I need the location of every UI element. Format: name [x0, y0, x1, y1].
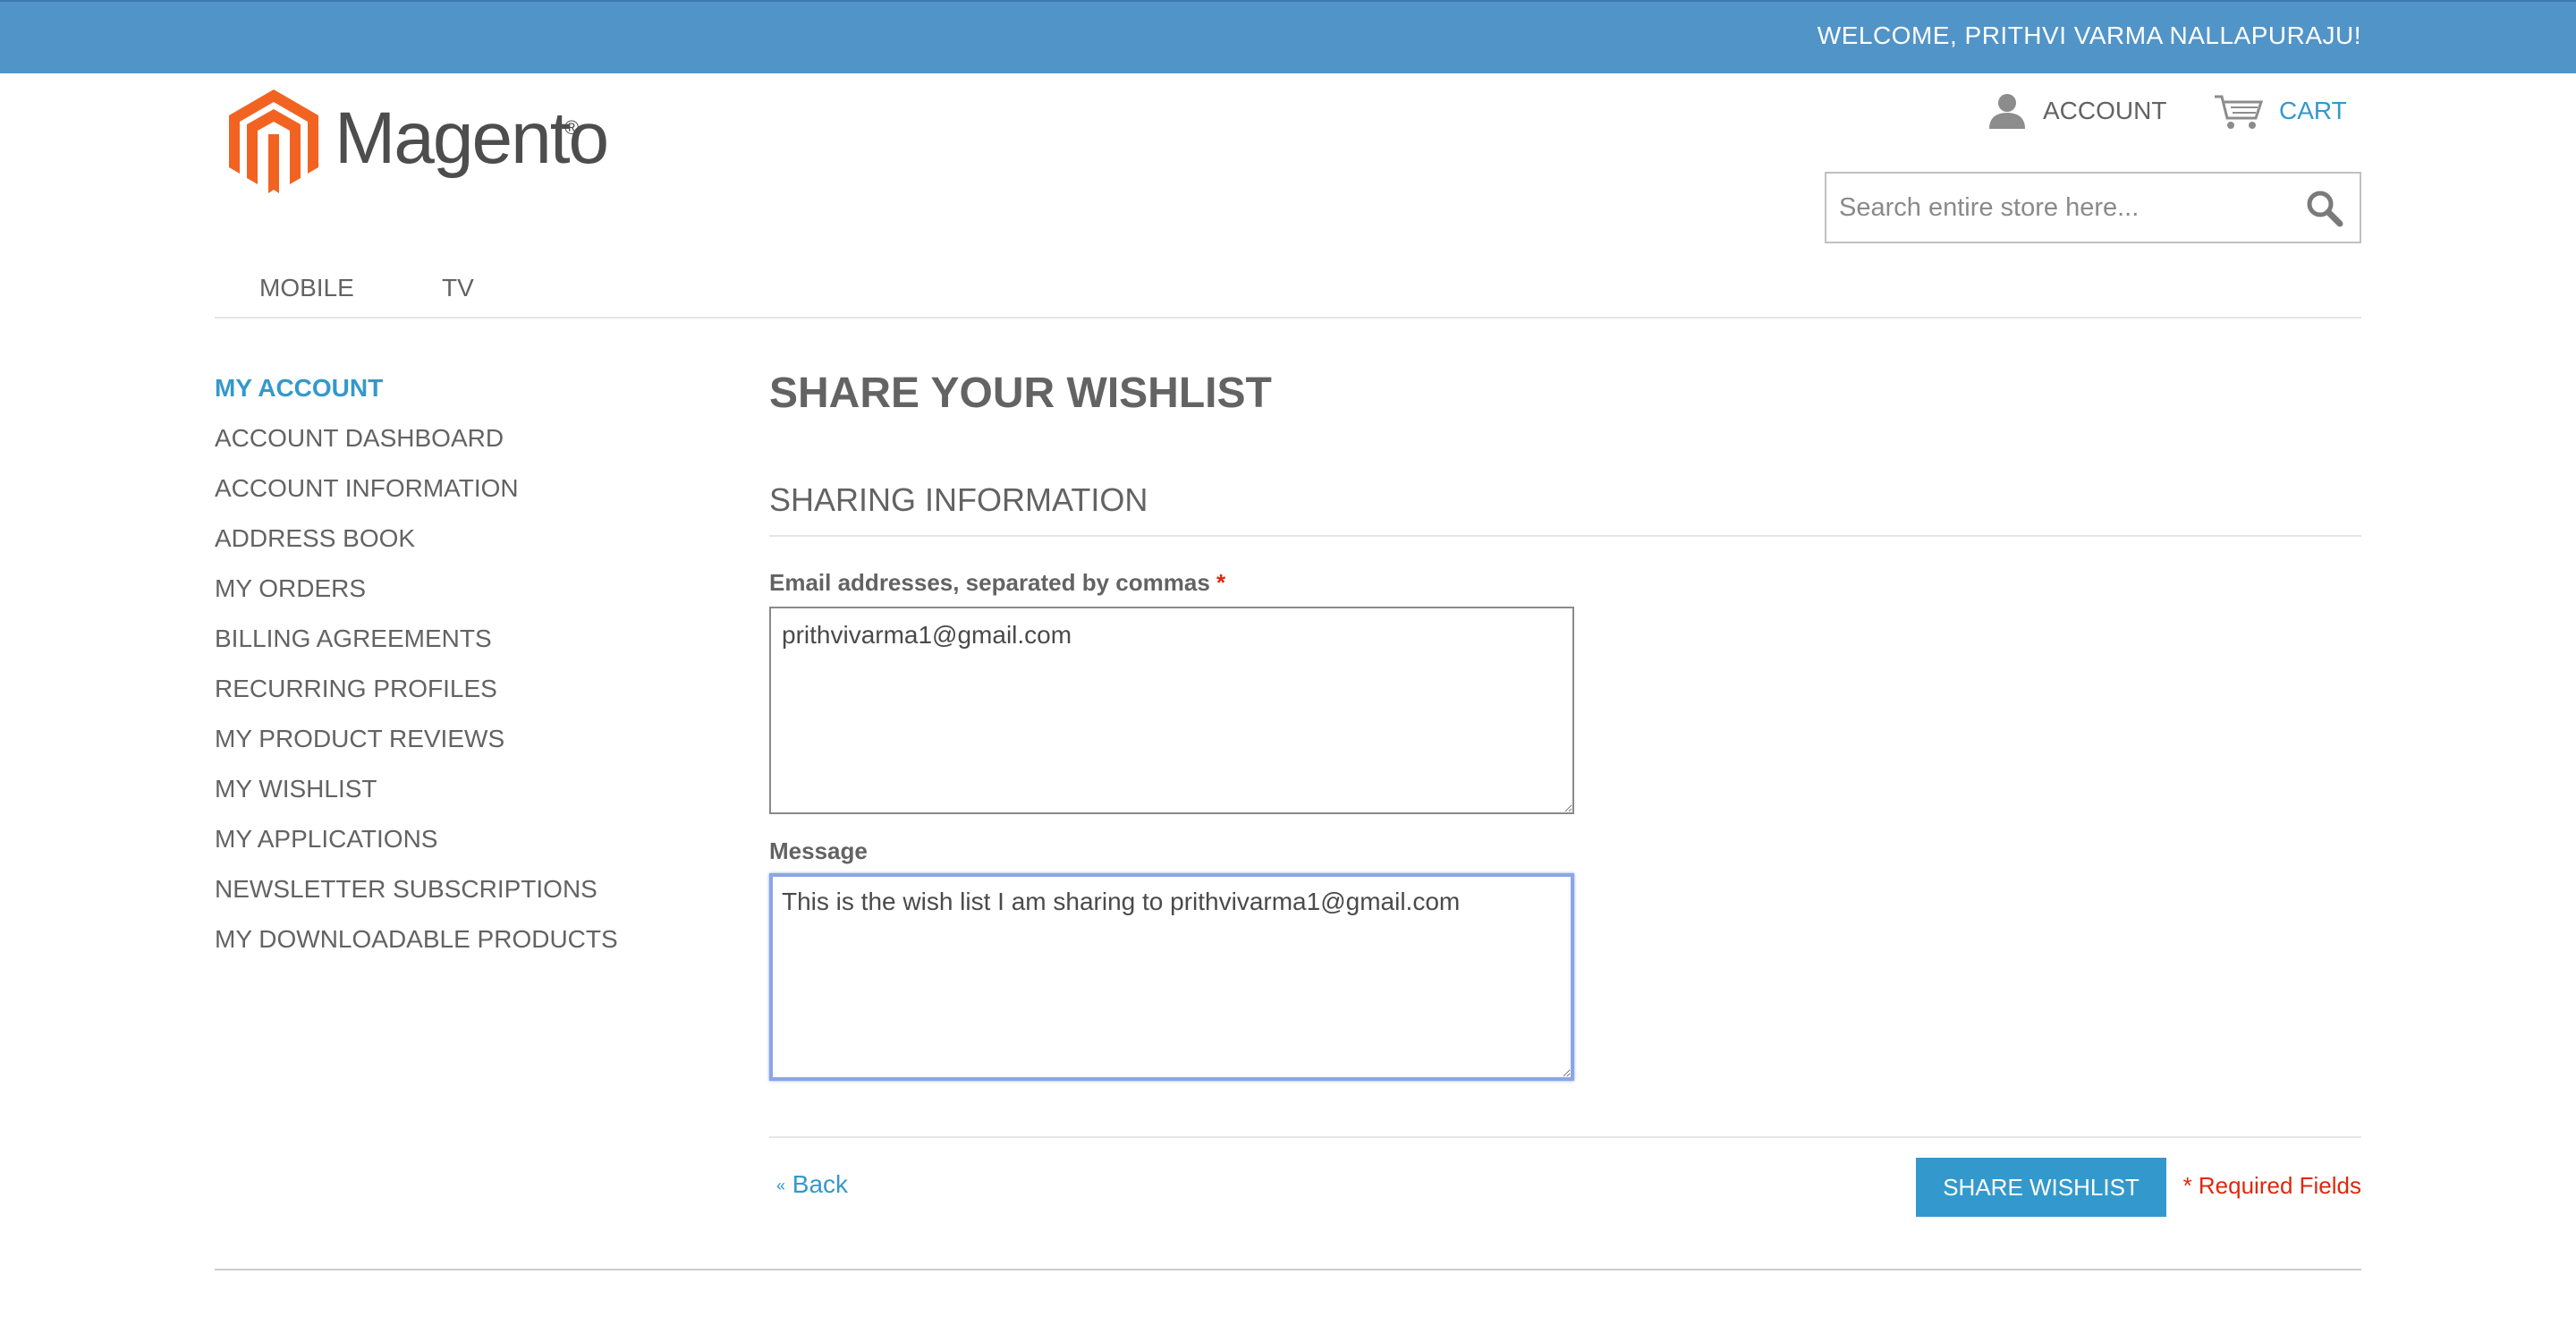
- magento-logo-icon: [229, 89, 318, 193]
- nav-item-mobile[interactable]: MOBILE: [259, 274, 354, 302]
- share-wishlist-button[interactable]: SHARE WISHLIST: [1916, 1158, 2166, 1217]
- cart-icon: [2215, 95, 2263, 129]
- nav-item-tv[interactable]: TV: [442, 274, 474, 302]
- email-label-text: Email addresses, separated by commas: [769, 569, 1210, 596]
- search-box: [1825, 172, 2361, 243]
- search-input[interactable]: [1839, 174, 2286, 242]
- sidebar-item-newsletter-subscriptions[interactable]: NEWSLETTER SUBSCRIPTIONS: [215, 873, 716, 923]
- search-icon[interactable]: [2306, 190, 2343, 227]
- sidebar-item-my-downloadable-products[interactable]: MY DOWNLOADABLE PRODUCTS: [215, 923, 716, 973]
- cart-link[interactable]: CART: [2213, 91, 2347, 131]
- account-link[interactable]: ACCOUNT: [1987, 91, 2166, 131]
- email-addresses-field[interactable]: [769, 607, 1574, 814]
- required-fields-note: * Required Fields: [2182, 1172, 2361, 1199]
- sidebar-title: MY ACCOUNT: [215, 374, 384, 402]
- back-label: Back: [792, 1170, 849, 1198]
- back-link[interactable]: « Back: [776, 1170, 848, 1199]
- account-sidebar: MY ACCOUNT ACCOUNT DASHBOARD ACCOUNT INF…: [215, 372, 716, 973]
- sidebar-item-address-book[interactable]: ADDRESS BOOK: [215, 523, 716, 573]
- message-label: Message: [769, 837, 868, 864]
- sidebar-item-my-applications[interactable]: MY APPLICATIONS: [215, 823, 716, 873]
- sidebar-item-my-wishlist[interactable]: MY WISHLIST: [215, 773, 716, 823]
- sidebar-item-billing-agreements[interactable]: BILLING AGREEMENTS: [215, 623, 716, 673]
- welcome-bar: WELCOME, PRITHVI VARMA NALLAPURAJU!: [0, 0, 2576, 73]
- sidebar-item-account-information[interactable]: ACCOUNT INFORMATION: [215, 472, 716, 523]
- section-divider: [769, 535, 2361, 537]
- message-field[interactable]: [769, 873, 1574, 1081]
- logo-registered-mark: ®: [564, 116, 580, 139]
- magento-logo[interactable]: Magento ®: [229, 89, 609, 193]
- back-arrow-icon: «: [776, 1177, 786, 1195]
- footer-divider: [215, 1269, 2361, 1270]
- sidebar-item-my-product-reviews[interactable]: MY PRODUCT REVIEWS: [215, 723, 716, 773]
- section-title: SHARING INFORMATION: [769, 481, 1148, 518]
- page-title: SHARE YOUR WISHLIST: [769, 370, 1272, 417]
- sidebar-item-my-orders[interactable]: MY ORDERS: [215, 573, 716, 623]
- cart-label: CART: [2279, 97, 2347, 124]
- welcome-message: WELCOME, PRITHVI VARMA NALLAPURAJU!: [1817, 21, 2361, 49]
- sidebar-item-recurring-profiles[interactable]: RECURRING PROFILES: [215, 673, 716, 723]
- email-label: Email addresses, separated by commas *: [769, 569, 1225, 597]
- sidebar-item-account-dashboard[interactable]: ACCOUNT DASHBOARD: [215, 422, 716, 472]
- user-icon: [1989, 94, 2025, 129]
- required-marker: *: [1216, 569, 1226, 596]
- buttons-divider: [769, 1136, 2361, 1138]
- account-label: ACCOUNT: [2043, 97, 2167, 124]
- main-nav: MOBILE TV: [215, 268, 2361, 319]
